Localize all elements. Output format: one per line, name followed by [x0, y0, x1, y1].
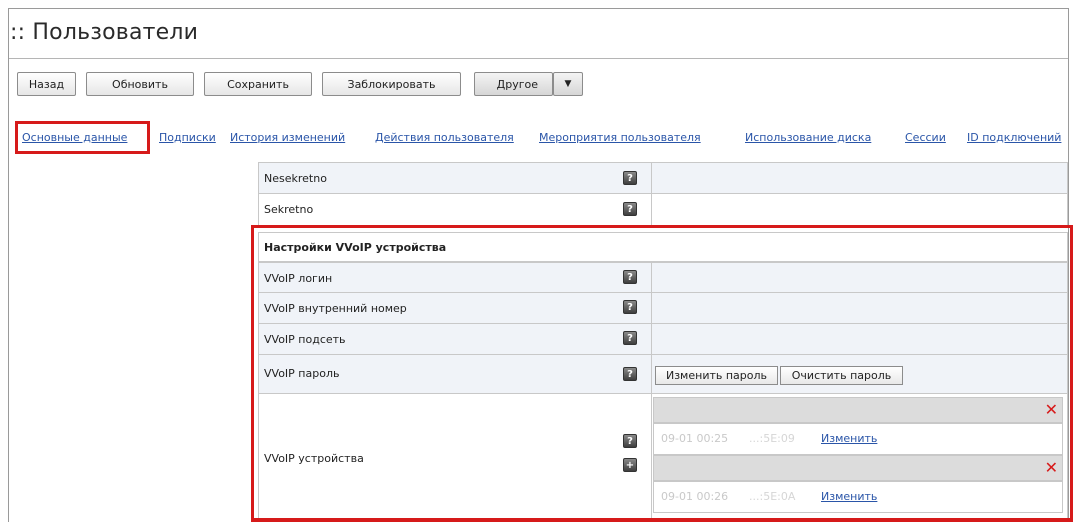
row-sekretno: Sekretno ? — [258, 194, 1068, 226]
refresh-button[interactable]: Обновить — [86, 72, 194, 96]
row-label: Sekretno — [264, 203, 314, 216]
page-title: :: Пользователи — [10, 20, 199, 45]
active-tab-highlight — [15, 121, 150, 154]
column-divider — [651, 163, 652, 193]
column-divider — [651, 194, 652, 225]
help-icon[interactable]: ? — [623, 202, 637, 216]
tab-user-events[interactable]: Мероприятия пользователя — [539, 131, 701, 144]
back-button[interactable]: Назад — [17, 72, 76, 96]
block-button[interactable]: Заблокировать — [322, 72, 461, 96]
save-button[interactable]: Сохранить — [204, 72, 312, 96]
help-icon[interactable]: ? — [623, 171, 637, 185]
tab-sessions[interactable]: Сессии — [905, 131, 946, 144]
tab-subscriptions[interactable]: Подписки — [159, 131, 216, 144]
title-divider — [9, 58, 1068, 59]
vvoip-section-highlight — [251, 225, 1073, 522]
other-button[interactable]: Другое — [474, 72, 553, 96]
tab-disk-usage[interactable]: Использование диска — [745, 131, 871, 144]
tab-change-history[interactable]: История изменений — [230, 131, 345, 144]
row-label: Nesekretno — [264, 172, 327, 185]
other-dropdown-arrow-icon[interactable]: ▼ — [553, 72, 583, 96]
tab-connection-ids[interactable]: ID подключений — [967, 131, 1061, 144]
tab-user-actions[interactable]: Действия пользователя — [375, 131, 514, 144]
row-nesekretno: Nesekretno ? — [258, 162, 1068, 194]
